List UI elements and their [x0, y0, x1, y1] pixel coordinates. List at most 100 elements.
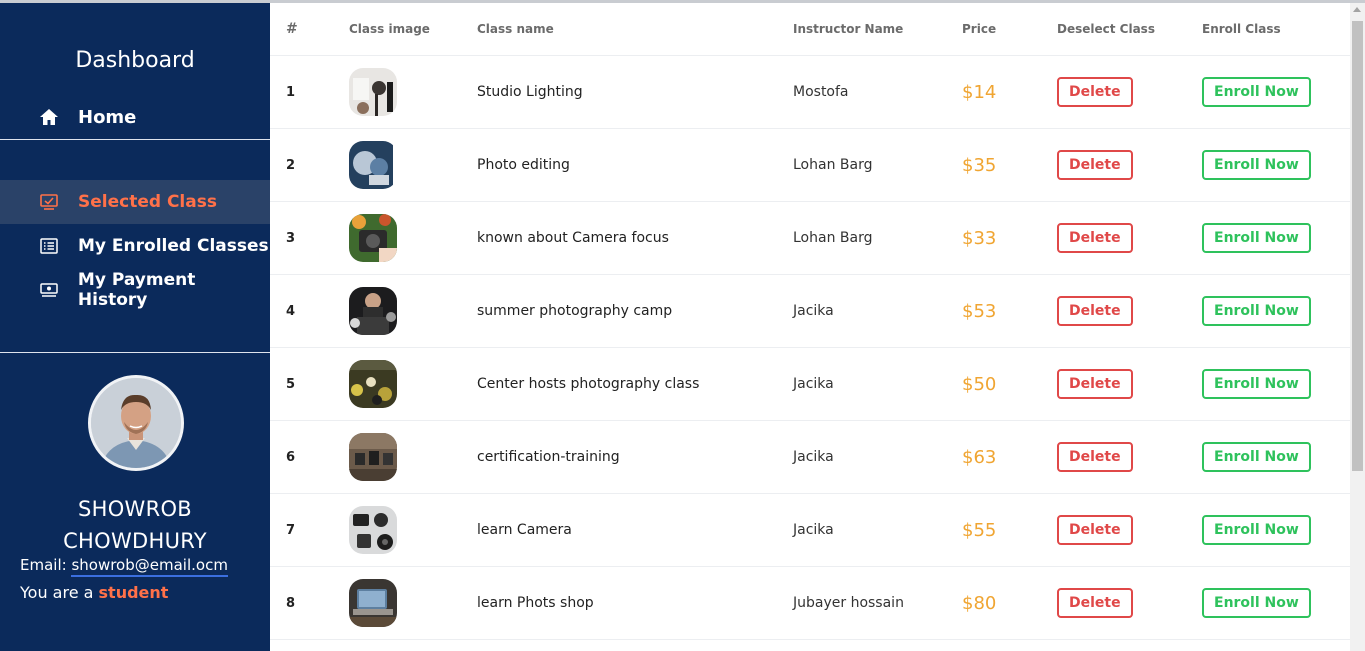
sidebar-item-home[interactable]: Home	[0, 95, 270, 139]
list-icon	[38, 235, 60, 257]
table-header: # Class image Class name Instructor Name…	[270, 3, 1350, 56]
role-prefix: You are a	[20, 583, 94, 602]
email-label: Email:	[20, 556, 67, 574]
vertical-scrollbar[interactable]	[1350, 3, 1365, 651]
table-row: 1 Studio Lighting Mostofa $14 Delete Enr…	[270, 56, 1350, 129]
selected-classes-table: # Class image Class name Instructor Name…	[270, 3, 1350, 651]
class-name: learn Phots shop	[477, 595, 594, 611]
table-row: 5 Center hosts photography class Jacika …	[270, 348, 1350, 421]
header-class-name: Class name	[477, 22, 554, 36]
class-price: $50	[962, 373, 997, 395]
instructor-name: Lohan Barg	[793, 157, 873, 173]
delete-button[interactable]: Delete	[1057, 223, 1133, 253]
row-number: 6	[286, 449, 296, 465]
class-price: $14	[962, 81, 997, 103]
user-role: student	[98, 583, 169, 602]
scroll-up-arrow-icon[interactable]	[1353, 7, 1361, 12]
class-name: summer photography camp	[477, 303, 673, 319]
row-number: 7	[286, 522, 296, 538]
instructor-name: Jubayer hossain	[793, 595, 904, 611]
class-price: $35	[962, 154, 997, 176]
user-email-line: Email: showrob@email.ocm	[20, 556, 228, 577]
delete-button[interactable]: Delete	[1057, 442, 1133, 472]
class-name: known about Camera focus	[477, 230, 669, 246]
enroll-now-button[interactable]: Enroll Now	[1202, 442, 1311, 472]
class-price: $80	[962, 592, 997, 614]
header-class-image: Class image	[349, 22, 430, 36]
delete-button[interactable]: Delete	[1057, 588, 1133, 618]
class-thumbnail	[349, 579, 397, 627]
class-price: $55	[962, 519, 997, 541]
enroll-now-button[interactable]: Enroll Now	[1202, 296, 1311, 326]
sidebar-item-label: My Payment History	[77, 270, 196, 310]
class-price: $63	[962, 446, 997, 468]
divider	[0, 352, 270, 353]
sidebar-item-payment-history[interactable]: My Payment History	[0, 268, 270, 312]
header-price: Price	[962, 22, 997, 36]
home-icon	[38, 106, 60, 128]
row-number: 1	[286, 84, 296, 100]
header-number: #	[286, 21, 298, 37]
sidebar-item-label: Home	[78, 106, 137, 128]
table-row: 8 learn Phots shop Jubayer hossain $80 D…	[270, 567, 1350, 640]
class-thumbnail	[349, 287, 397, 335]
row-number: 4	[286, 303, 296, 319]
table-row: 7 learn Camera Jacika $55 Delete Enroll …	[270, 494, 1350, 567]
dashboard-title: Dashboard	[75, 48, 195, 73]
class-name: Center hosts photography class	[477, 376, 700, 392]
sidebar-item-label: Selected Class	[78, 192, 217, 212]
row-number: 3	[286, 230, 296, 246]
instructor-name: Jacika	[793, 522, 834, 538]
header-instructor: Instructor Name	[793, 22, 904, 36]
money-icon	[38, 279, 60, 301]
class-name: Studio Lighting	[477, 84, 583, 100]
class-price: $33	[962, 227, 997, 249]
delete-button[interactable]: Delete	[1057, 296, 1133, 326]
delete-button[interactable]: Delete	[1057, 369, 1133, 399]
user-role-line: You are a student	[20, 583, 168, 602]
header-deselect: Deselect Class	[1057, 22, 1155, 36]
user-email-link[interactable]: showrob@email.ocm	[71, 556, 228, 577]
class-thumbnail	[349, 68, 397, 116]
instructor-name: Jacika	[793, 303, 834, 319]
sidebar-item-selected-class[interactable]: Selected Class	[0, 180, 270, 224]
instructor-name: Jacika	[793, 376, 834, 392]
user-name: SHOWROB CHOWDHURY	[63, 497, 207, 553]
row-number: 2	[286, 157, 296, 173]
class-price: $53	[962, 300, 997, 322]
instructor-name: Jacika	[793, 449, 834, 465]
row-number: 8	[286, 595, 296, 611]
header-enroll: Enroll Class	[1202, 22, 1281, 36]
delete-button[interactable]: Delete	[1057, 77, 1133, 107]
class-name: learn Camera	[477, 522, 572, 538]
sidebar-item-enrolled-classes[interactable]: My Enrolled Classes	[0, 224, 270, 268]
class-thumbnail	[349, 506, 397, 554]
table-row: 6 certification-training Jacika $63 Dele…	[270, 421, 1350, 494]
enroll-now-button[interactable]: Enroll Now	[1202, 515, 1311, 545]
enroll-now-button[interactable]: Enroll Now	[1202, 77, 1311, 107]
checklist-icon	[38, 191, 60, 213]
class-name: Photo editing	[477, 157, 570, 173]
delete-button[interactable]: Delete	[1057, 150, 1133, 180]
sidebar: Dashboard Home Selected Class My Enrolle…	[0, 3, 270, 651]
class-thumbnail	[349, 141, 397, 189]
table-row: 3 known about Camera focus Lohan Barg $3…	[270, 202, 1350, 275]
enroll-now-button[interactable]: Enroll Now	[1202, 223, 1311, 253]
delete-button[interactable]: Delete	[1057, 515, 1133, 545]
class-thumbnail	[349, 214, 397, 262]
class-name: certification-training	[477, 449, 620, 465]
table-row: 4 summer photography camp Jacika $53 Del…	[270, 275, 1350, 348]
table-row: 2 Photo editing Lohan Barg $35 Delete En…	[270, 129, 1350, 202]
avatar	[88, 375, 184, 471]
row-number: 5	[286, 376, 296, 392]
scrollbar-thumb[interactable]	[1352, 21, 1363, 471]
enroll-now-button[interactable]: Enroll Now	[1202, 369, 1311, 399]
instructor-name: Mostofa	[793, 84, 849, 100]
enroll-now-button[interactable]: Enroll Now	[1202, 588, 1311, 618]
sidebar-item-label: My Enrolled Classes	[78, 236, 269, 256]
divider	[0, 139, 270, 140]
instructor-name: Lohan Barg	[793, 230, 873, 246]
class-thumbnail	[349, 433, 397, 481]
class-thumbnail	[349, 360, 397, 408]
enroll-now-button[interactable]: Enroll Now	[1202, 150, 1311, 180]
